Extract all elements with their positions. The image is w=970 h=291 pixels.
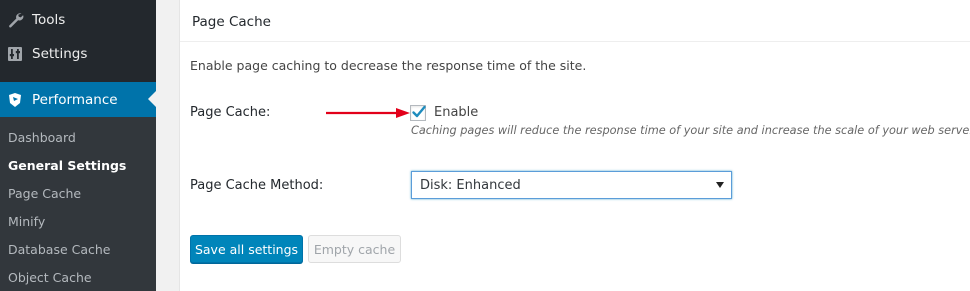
settings-icon xyxy=(6,45,24,63)
menu-item-performance[interactable]: Performance xyxy=(0,82,156,117)
checkmark-icon xyxy=(412,105,426,118)
submenu-item-database-cache[interactable]: Database Cache xyxy=(8,242,111,257)
select-value: Disk: Enhanced xyxy=(420,178,521,193)
page-cache-label: Page Cache: xyxy=(190,105,271,120)
menu-item-label: Performance xyxy=(32,91,118,108)
submenu-item-page-cache[interactable]: Page Cache xyxy=(8,186,81,201)
page-cache-method-select[interactable]: Disk: Enhanced xyxy=(411,171,732,199)
performance-submenu: Dashboard General Settings Page Cache Mi… xyxy=(0,117,156,291)
page-cache-enable-checkbox[interactable] xyxy=(410,105,426,121)
submenu-item-minify[interactable]: Minify xyxy=(8,214,45,229)
page-cache-panel: Page Cache Enable page caching to decrea… xyxy=(179,0,970,291)
empty-cache-button[interactable]: Empty cache xyxy=(308,235,401,263)
panel-header: Page Cache xyxy=(180,0,970,42)
wrench-icon xyxy=(6,11,24,29)
submenu-item-general-settings[interactable]: General Settings xyxy=(8,158,126,173)
caret-down-icon xyxy=(716,182,724,188)
menu-item-tools[interactable]: Tools xyxy=(0,3,156,37)
admin-sidebar: Tools Settings Performance Dashboard Gen… xyxy=(0,0,156,291)
menu-item-label: Settings xyxy=(32,46,88,62)
submenu-item-object-cache[interactable]: Object Cache xyxy=(8,270,92,285)
submenu-item-dashboard[interactable]: Dashboard xyxy=(8,130,76,145)
performance-icon xyxy=(6,91,24,109)
menu-item-settings[interactable]: Settings xyxy=(0,37,156,71)
panel-intro-text: Enable page caching to decrease the resp… xyxy=(190,58,587,73)
enable-checkbox-label[interactable]: Enable xyxy=(434,105,478,120)
page-cache-method-label: Page Cache Method: xyxy=(190,178,324,193)
menu-item-label: Tools xyxy=(32,12,66,28)
page-cache-hint: Caching pages will reduce the response t… xyxy=(411,124,970,137)
save-all-settings-button[interactable]: Save all settings xyxy=(190,235,303,263)
panel-title: Page Cache xyxy=(192,14,271,30)
annotation-arrow-icon xyxy=(326,108,410,118)
